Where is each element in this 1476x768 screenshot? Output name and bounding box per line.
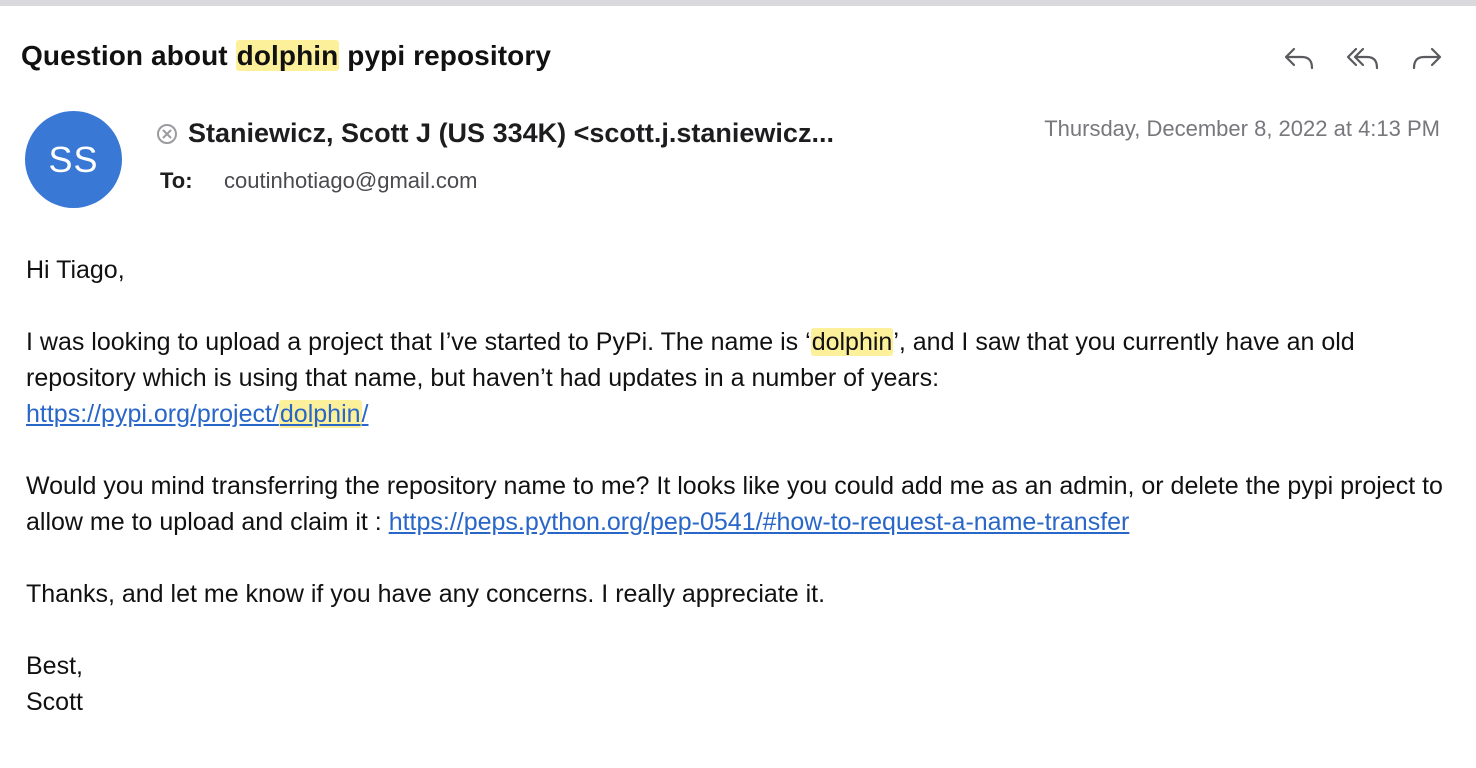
pep-0541-link[interactable]: https://peps.python.org/pep-0541/#how-to… <box>389 508 1130 536</box>
to-label: To: <box>160 168 193 193</box>
message-actions <box>1278 38 1448 78</box>
signature: Scott <box>26 688 83 716</box>
message-body: Hi Tiago, I was looking to upload a proj… <box>26 252 1456 720</box>
forward-button[interactable] <box>1406 38 1448 78</box>
email-date: Thursday, December 8, 2022 at 4:13 PM <box>1044 116 1440 141</box>
paragraph-3: Thanks, and let me know if you have any … <box>26 580 826 608</box>
pypi-project-link[interactable]: https://pypi.org/project/dolphin/ <box>26 400 369 428</box>
reply-all-button[interactable] <box>1342 38 1384 78</box>
to-row: To: coutinhotiago@gmail.com <box>160 168 477 194</box>
email-subject: Question about dolphin pypi repository <box>21 40 551 72</box>
reply-all-icon <box>1346 47 1379 70</box>
subject-search-highlight: dolphin <box>235 40 340 71</box>
forward-icon <box>1412 47 1442 70</box>
x-circle-icon <box>157 123 177 144</box>
from-row: Staniewicz, Scott J (US 334K) <scott.j.s… <box>156 118 834 149</box>
link-text-before: https://pypi.org/project/ <box>26 400 279 428</box>
subject-text-after: pypi repository <box>339 40 552 71</box>
reply-button[interactable] <box>1278 38 1320 78</box>
link-search-highlight: dolphin <box>278 400 362 428</box>
avatar-initials: SS <box>48 138 99 180</box>
recipient-address[interactable]: coutinhotiago@gmail.com <box>224 168 477 194</box>
link-text-after: / <box>361 400 369 428</box>
p1-search-highlight: dolphin <box>810 328 894 356</box>
paragraph-1: I was looking to upload a project that I… <box>26 324 1456 432</box>
signoff: Best, <box>26 652 83 680</box>
greeting: Hi Tiago, <box>26 256 125 284</box>
sender-name[interactable]: Staniewicz, Scott J (US 334K) <scott.j.s… <box>188 118 834 149</box>
p1-text-1: I was looking to upload a project that I… <box>26 328 811 356</box>
subject-text-before: Question about <box>21 40 236 71</box>
reply-icon <box>1284 47 1314 70</box>
signoff-block: Best, Scott <box>26 648 1456 720</box>
sender-avatar: SS <box>25 111 122 208</box>
paragraph-2: Would you mind transferring the reposito… <box>26 468 1456 540</box>
window-top-border <box>0 0 1476 6</box>
